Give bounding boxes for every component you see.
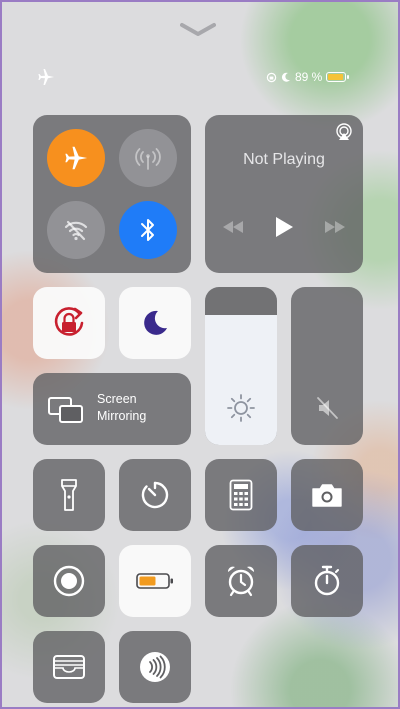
battery-percentage: 89 %	[295, 70, 323, 84]
nfc-reader-button[interactable]	[119, 631, 191, 703]
chevron-down-icon[interactable]	[180, 22, 216, 38]
airplane-icon	[65, 146, 88, 170]
play-icon[interactable]	[273, 215, 295, 239]
orientation-lock-status-icon	[266, 72, 277, 82]
sun-icon	[227, 394, 255, 422]
screen-mirroring-label-line1: Screen	[97, 392, 137, 406]
wifi-toggle[interactable]	[47, 201, 105, 259]
camera-icon	[312, 484, 342, 507]
alarm-button[interactable]	[205, 545, 277, 617]
stopwatch-button[interactable]	[291, 545, 363, 617]
now-playing-title: Not Playing	[243, 151, 325, 168]
airplane-mode-status-icon	[38, 69, 54, 85]
airplay-icon[interactable]	[335, 123, 353, 141]
cellular-data-toggle[interactable]	[119, 129, 177, 187]
airplane-mode-toggle[interactable]	[47, 129, 105, 187]
rotation-lock-icon	[54, 307, 84, 336]
screen-recording-button[interactable]	[33, 545, 105, 617]
screen-record-icon	[53, 565, 85, 597]
brightness-slider[interactable]	[205, 287, 277, 445]
speaker-muted-icon	[317, 397, 338, 419]
screen-mirroring-button[interactable]: Screen Mirroring	[33, 373, 191, 445]
bluetooth-icon	[141, 219, 154, 241]
calculator-icon	[229, 479, 253, 511]
nfc-reader-icon	[140, 652, 170, 682]
volume-slider[interactable]	[291, 287, 363, 445]
moon-icon	[144, 310, 167, 335]
bluetooth-toggle[interactable]	[119, 201, 177, 259]
rotation-lock-button[interactable]	[33, 287, 105, 359]
camera-button[interactable]	[291, 459, 363, 531]
battery-icon	[326, 72, 350, 82]
do-not-disturb-button[interactable]	[119, 287, 191, 359]
connectivity-panel	[33, 115, 191, 273]
screen-mirroring-label: Screen Mirroring	[97, 391, 146, 425]
flashlight-button[interactable]	[33, 459, 105, 531]
timer-icon	[141, 481, 169, 509]
wallet-icon	[53, 655, 85, 679]
wallet-button[interactable]	[33, 631, 105, 703]
low-power-battery-icon	[136, 573, 173, 589]
calculator-button[interactable]	[205, 459, 277, 531]
status-bar-right: 89 %	[266, 68, 350, 86]
wifi-off-icon	[64, 220, 88, 241]
now-playing-panel[interactable]: Not Playing	[205, 115, 363, 273]
stopwatch-icon	[314, 565, 340, 596]
brightness-slider-fill	[205, 315, 277, 445]
cellular-antenna-icon	[135, 148, 161, 170]
timer-button[interactable]	[119, 459, 191, 531]
fast-forward-icon[interactable]	[323, 219, 347, 235]
rewind-icon[interactable]	[221, 219, 245, 235]
flashlight-icon	[61, 479, 77, 511]
screen-mirroring-label-line2: Mirroring	[97, 409, 147, 423]
moon-status-icon	[281, 72, 290, 82]
screen-mirroring-icon	[48, 397, 83, 423]
low-power-mode-button[interactable]	[119, 545, 191, 617]
alarm-clock-icon	[227, 566, 255, 597]
